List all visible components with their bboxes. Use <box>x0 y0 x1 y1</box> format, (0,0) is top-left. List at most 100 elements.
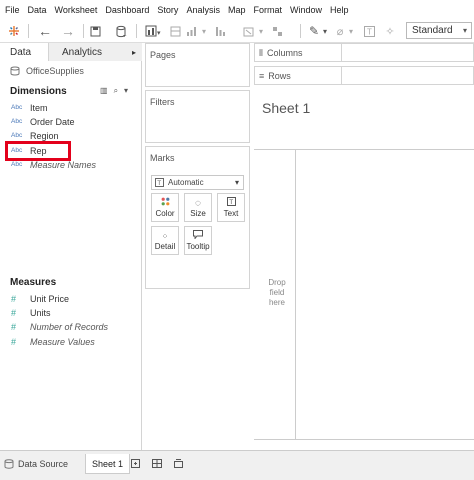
size-label: Size <box>190 208 206 218</box>
tab-analytics[interactable]: Analytics ▸ <box>48 43 142 61</box>
dimension-item[interactable]: Abc Order Date <box>11 115 75 128</box>
detail-button[interactable]: ⁘ Detail <box>151 226 179 255</box>
number-type-icon: # <box>11 321 17 332</box>
menu-help[interactable]: Help <box>330 5 349 15</box>
highlight-box <box>5 141 71 161</box>
number-type-icon: # <box>11 293 17 304</box>
color-button[interactable]: Color <box>151 193 179 222</box>
datasource-label: OfficeSupplies <box>26 66 84 76</box>
rows-divider <box>341 67 342 84</box>
pages-shelf[interactable]: Pages <box>145 43 250 87</box>
color-label: Color <box>155 209 175 218</box>
size-button[interactable]: ◌ Size <box>184 193 212 222</box>
mark-type-value: Automatic <box>168 178 204 187</box>
data-source-label: Data Source <box>18 459 69 469</box>
measure-label: Number of Records <box>30 321 109 332</box>
menu-window[interactable]: Window <box>290 5 322 15</box>
footer-divider <box>254 439 474 440</box>
highlight-menu-icon[interactable]: ▾ <box>320 22 330 40</box>
data-panel: Data Analytics ▸ OfficeSupplies Dimensio… <box>0 43 142 450</box>
new-datasource-icon[interactable]: + <box>114 22 130 40</box>
undo-icon[interactable]: ← <box>36 22 54 40</box>
menu-worksheet[interactable]: Worksheet <box>55 5 98 15</box>
fit-select[interactable]: Standard ▾ <box>406 22 472 39</box>
text-icon[interactable]: T <box>362 22 376 40</box>
clear-sheet-icon[interactable] <box>241 22 255 40</box>
menu-data[interactable]: Data <box>28 5 47 15</box>
menu-map[interactable]: Map <box>228 5 246 15</box>
new-dashboard-icon[interactable] <box>152 454 164 474</box>
sort-descending-icon[interactable] <box>213 22 227 40</box>
svg-text:T: T <box>229 199 233 206</box>
filters-shelf[interactable]: Filters <box>145 90 250 143</box>
annotate-menu-icon[interactable]: ▾ <box>346 22 356 40</box>
clear-menu-icon[interactable]: ▾ <box>256 22 266 40</box>
sort-menu-icon[interactable]: ▾ <box>199 22 209 40</box>
highlight-icon[interactable]: ✎ <box>307 22 321 40</box>
measure-item[interactable]: # Units <box>11 306 51 319</box>
swap-icon[interactable] <box>168 22 182 40</box>
toolbar: ← → + ▾ ▾ ▾ ✎ ▾ ⌀ ▾ T ✧ Standard ▾ <box>0 19 474 43</box>
menu-story[interactable]: Story <box>157 5 178 15</box>
tooltip-label: Tooltip <box>186 242 210 251</box>
columns-label: ⦀ Columns <box>259 48 302 59</box>
svg-text:▾: ▾ <box>157 30 161 37</box>
columns-icon: ⦀ <box>259 48 263 58</box>
columns-shelf[interactable]: ⦀ Columns <box>254 43 474 62</box>
menu-bar: File Data Worksheet Dashboard Story Anal… <box>0 0 474 19</box>
search-icon[interactable]: ⌕ <box>114 86 118 96</box>
tooltip-icon <box>193 230 203 242</box>
menu-dashboard[interactable]: Dashboard <box>105 5 149 15</box>
tab-data[interactable]: Data <box>0 43 48 61</box>
sort-ascending-icon[interactable] <box>184 22 198 40</box>
text-button[interactable]: T Text <box>217 193 245 222</box>
tableau-logo-icon[interactable] <box>6 22 22 40</box>
data-source-tab[interactable]: Data Source <box>4 454 68 474</box>
number-type-icon: # <box>11 336 17 347</box>
measure-item[interactable]: # Number of Records <box>11 320 108 333</box>
measure-label: Units <box>30 307 51 318</box>
measure-label: Measure Values <box>30 336 95 347</box>
sheet-title[interactable]: Sheet 1 <box>262 100 310 116</box>
rows-shelf[interactable]: ≡ Rows <box>254 66 474 85</box>
data-panel-tabs: Data Analytics ▸ <box>0 43 142 61</box>
chevron-down-icon[interactable]: ▾ <box>124 86 128 96</box>
row-divider <box>295 149 296 439</box>
new-worksheet-icon[interactable] <box>131 454 142 474</box>
drop-field-hint[interactable]: Drop field here <box>266 278 288 308</box>
marks-title: Marks <box>150 153 175 163</box>
database-icon <box>4 459 14 469</box>
sheet-tab-bar: Data Source Sheet 1 <box>0 450 474 480</box>
mark-type-select[interactable]: T Automatic ▾ <box>151 175 244 190</box>
detail-icon: ⁘ <box>161 231 169 241</box>
string-type-icon: Abc <box>11 118 23 125</box>
menu-format[interactable]: Format <box>253 5 282 15</box>
dimensions-toolbar: ▥ ⌕ ▾ <box>100 86 128 96</box>
view-list-icon[interactable]: ▥ <box>100 86 108 96</box>
chart-icon[interactable]: ▾ <box>143 22 165 40</box>
dimension-item[interactable]: Abc Item <box>11 101 48 114</box>
annotate-icon[interactable]: ⌀ <box>333 22 347 40</box>
sheet-tab[interactable]: Sheet 1 <box>85 454 131 474</box>
size-icon: ◌ <box>195 197 201 209</box>
group-icon[interactable] <box>270 22 284 40</box>
number-type-icon: # <box>11 307 17 318</box>
fit-select-value: Standard <box>412 25 453 36</box>
save-icon[interactable] <box>88 22 102 40</box>
menu-analysis[interactable]: Analysis <box>186 5 220 15</box>
datasource-item[interactable]: OfficeSupplies <box>10 66 84 76</box>
menu-file[interactable]: File <box>5 5 20 15</box>
panel-menu-icon[interactable]: ▸ <box>132 48 136 57</box>
text-mark-icon: T <box>155 178 164 187</box>
measure-item[interactable]: # Unit Price <box>11 292 69 305</box>
new-story-icon[interactable] <box>174 454 185 474</box>
string-type-icon: Abc <box>11 161 23 168</box>
pin-icon[interactable]: ✧ <box>383 22 397 40</box>
database-icon <box>10 66 20 76</box>
marks-card: Marks T Automatic ▾ Color ◌ Size T Text … <box>145 146 250 289</box>
redo-icon[interactable]: → <box>59 22 77 40</box>
measure-item[interactable]: # Measure Values <box>11 335 95 348</box>
svg-text:T: T <box>367 27 372 36</box>
measure-label: Unit Price <box>30 293 70 304</box>
tooltip-button[interactable]: Tooltip <box>184 226 212 255</box>
